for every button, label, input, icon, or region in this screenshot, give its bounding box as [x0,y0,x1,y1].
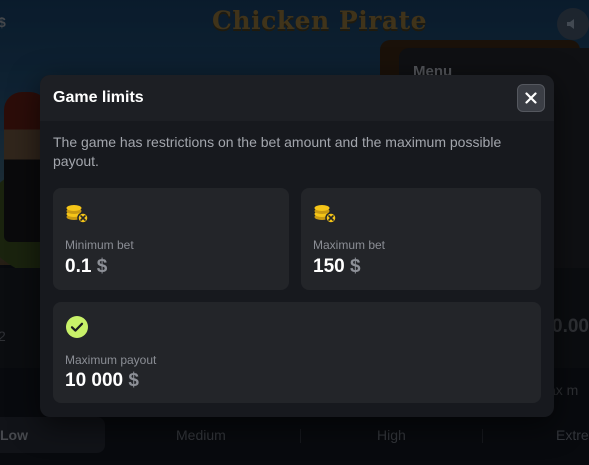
game-limits-modal: Game limits The game has restrictions on… [40,75,554,417]
max-payout-value-row: 10 000 $ [65,370,139,392]
coins-limit-icon [314,205,337,224]
max-payout-value: 10 000 [65,370,124,391]
check-circle-icon [66,316,88,338]
max-bet-value-row: 150 $ [313,256,361,278]
max-bet-card: Maximum bet 150 $ [301,188,541,290]
modal-header: Game limits [40,75,554,121]
min-bet-value-row: 0.1 $ [65,256,107,278]
min-bet-card: Minimum bet 0.1 $ [53,188,289,290]
max-bet-value: 150 [313,256,345,277]
max-payout-label: Maximum payout [65,353,157,367]
modal-title: Game limits [53,89,144,106]
close-icon [525,92,537,104]
max-bet-currency: $ [349,256,361,277]
max-payout-card: Maximum payout 10 000 $ [53,302,541,403]
min-bet-label: Minimum bet [65,238,134,252]
max-payout-currency: $ [128,370,139,391]
modal-description: The game has restrictions on the bet amo… [53,134,502,169]
coins-limit-icon [66,205,89,224]
min-bet-value: 0.1 [65,256,92,277]
min-bet-currency: $ [96,256,108,277]
max-bet-label: Maximum bet [313,238,386,252]
close-button[interactable] [517,84,545,112]
